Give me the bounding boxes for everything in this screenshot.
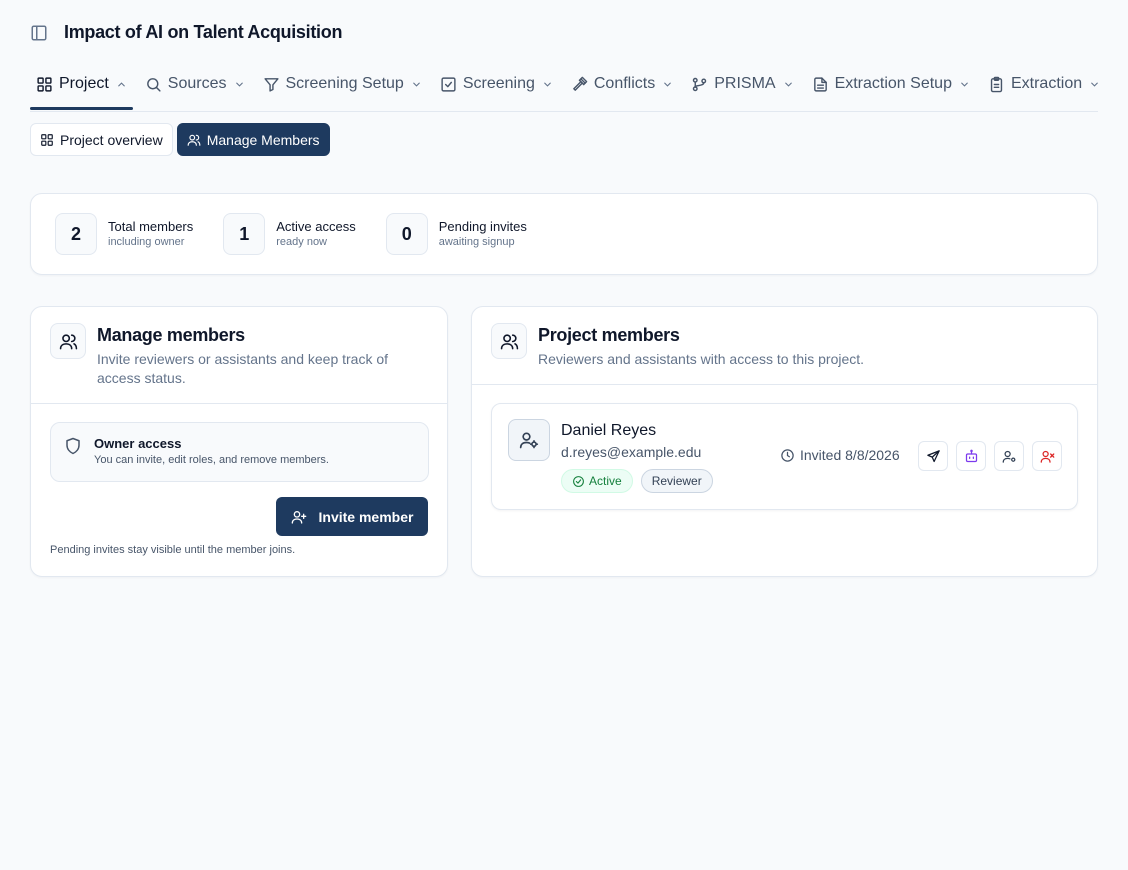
tab-label: Screening Setup xyxy=(285,75,404,92)
chevron-down-icon xyxy=(411,79,422,90)
member-email: d.reyes@example.edu xyxy=(561,444,702,460)
owner-access-title: Owner access xyxy=(94,436,182,451)
grid-icon xyxy=(40,133,54,147)
tab-label: Project xyxy=(59,75,109,92)
member-actions xyxy=(918,441,1062,471)
stat-label: Pending invites xyxy=(438,219,527,234)
tab-screening[interactable]: Screening xyxy=(434,64,559,104)
chevron-down-icon xyxy=(234,79,245,90)
panel-title: Project members xyxy=(538,325,680,345)
invited-date: Invited 8/8/2026 xyxy=(780,447,900,463)
tab-label: Conflicts xyxy=(593,75,656,92)
user-x-icon xyxy=(1040,449,1055,464)
tab-sources[interactable]: Sources xyxy=(139,64,251,104)
clipboard-icon xyxy=(988,76,1005,93)
gavel-icon xyxy=(571,76,588,93)
pending-invites-note: Pending invites stay visible until the m… xyxy=(50,544,296,556)
make-assistant-button[interactable] xyxy=(956,441,986,471)
stat-sublabel: ready now xyxy=(276,236,328,248)
users-icon xyxy=(491,323,527,359)
panel-header: Manage members Invite reviewers or assis… xyxy=(31,307,447,404)
chevron-down-icon xyxy=(783,79,794,90)
tab-label: PRISMA xyxy=(714,75,776,92)
chevron-down-icon xyxy=(959,79,970,90)
users-icon xyxy=(50,323,86,359)
main-nav: Project Sources Screening Setup Screenin… xyxy=(30,64,1098,112)
member-badges: Active Reviewer xyxy=(561,469,713,493)
send-icon xyxy=(926,449,941,464)
stat-label: Total members xyxy=(108,219,194,234)
shield-icon xyxy=(64,437,82,455)
panel-header: Project members Reviewers and assistants… xyxy=(472,307,1097,385)
stat-sublabel: including owner xyxy=(108,236,185,248)
edit-role-button[interactable] xyxy=(994,441,1024,471)
stat-pending-invites: 0 Pending invites awaiting signup xyxy=(385,213,527,255)
invite-member-label: Invite member xyxy=(318,508,414,525)
git-branch-icon xyxy=(691,76,708,93)
panel-title: Manage members xyxy=(97,325,245,345)
tab-extraction-setup[interactable]: Extraction Setup xyxy=(806,64,976,104)
chevron-down-icon xyxy=(662,79,673,90)
stat-active-access: 1 Active access ready now xyxy=(223,213,356,255)
status-label: Active xyxy=(589,474,622,488)
chevron-down-icon xyxy=(542,79,553,90)
project-members-panel: Project members Reviewers and assistants… xyxy=(471,306,1098,577)
users-icon xyxy=(187,133,201,147)
user-cog-icon xyxy=(1002,449,1017,464)
invite-member-button[interactable]: Invite member xyxy=(276,497,428,536)
project-subtabs: Project overview Manage Members xyxy=(30,123,330,156)
remove-member-button[interactable] xyxy=(1032,441,1062,471)
subtab-manage-members[interactable]: Manage Members xyxy=(176,123,330,156)
tab-prisma[interactable]: PRISMA xyxy=(685,64,799,104)
page-title: Impact of AI on Talent Acquisition xyxy=(64,22,343,42)
subtab-project-overview[interactable]: Project overview xyxy=(30,123,173,156)
stat-value: 2 xyxy=(55,213,97,255)
header: Impact of AI on Talent Acquisition xyxy=(30,22,342,43)
member-row: Daniel Reyes d.reyes@example.edu Active … xyxy=(491,403,1078,510)
role-badge: Reviewer xyxy=(640,469,713,493)
resend-invite-button[interactable] xyxy=(918,441,948,471)
tab-screening-setup[interactable]: Screening Setup xyxy=(257,64,428,104)
tab-label: Extraction xyxy=(1010,75,1083,92)
bot-icon xyxy=(964,449,979,464)
chevron-down-icon xyxy=(1089,79,1098,90)
status-badge: Active xyxy=(561,469,633,493)
member-name: Daniel Reyes xyxy=(561,422,657,439)
stat-label: Active access xyxy=(276,219,356,234)
panel-subtitle: Reviewers and assistants with access to … xyxy=(538,351,865,367)
subtab-label: Project overview xyxy=(60,131,163,148)
owner-access-description: You can invite, edit roles, and remove m… xyxy=(94,454,329,466)
grid-icon xyxy=(36,76,53,93)
tab-label: Extraction Setup xyxy=(834,75,952,92)
sidebar-toggle-icon[interactable] xyxy=(30,24,48,42)
stat-value: 1 xyxy=(223,213,266,255)
manage-members-panel: Manage members Invite reviewers or assis… xyxy=(30,306,448,577)
chevron-up-icon xyxy=(116,79,127,90)
stat-total-members: 2 Total members including owner xyxy=(55,213,193,255)
stat-value: 0 xyxy=(385,213,428,255)
clock-icon xyxy=(780,448,795,463)
subtab-label: Manage Members xyxy=(206,131,320,148)
filter-icon xyxy=(263,76,280,93)
stat-sublabel: awaiting signup xyxy=(438,236,515,248)
checkbox-icon xyxy=(440,76,457,93)
user-plus-icon xyxy=(291,509,307,525)
panel-subtitle: Invite reviewers or assistants and keep … xyxy=(97,351,389,386)
tab-extraction[interactable]: Extraction xyxy=(982,64,1098,104)
check-circle-icon xyxy=(572,475,585,488)
tab-conflicts[interactable]: Conflicts xyxy=(565,64,679,104)
owner-access-notice: Owner access You can invite, edit roles,… xyxy=(50,422,429,482)
tab-label: Screening xyxy=(462,75,535,92)
search-icon xyxy=(145,76,162,93)
tab-project[interactable]: Project xyxy=(30,64,133,110)
tab-label: Sources xyxy=(167,75,227,92)
file-text-icon xyxy=(812,76,829,93)
invited-label: Invited 8/8/2026 xyxy=(800,447,900,463)
member-stats-card: 2 Total members including owner 1 Active… xyxy=(30,193,1098,275)
user-cog-icon xyxy=(508,419,550,461)
